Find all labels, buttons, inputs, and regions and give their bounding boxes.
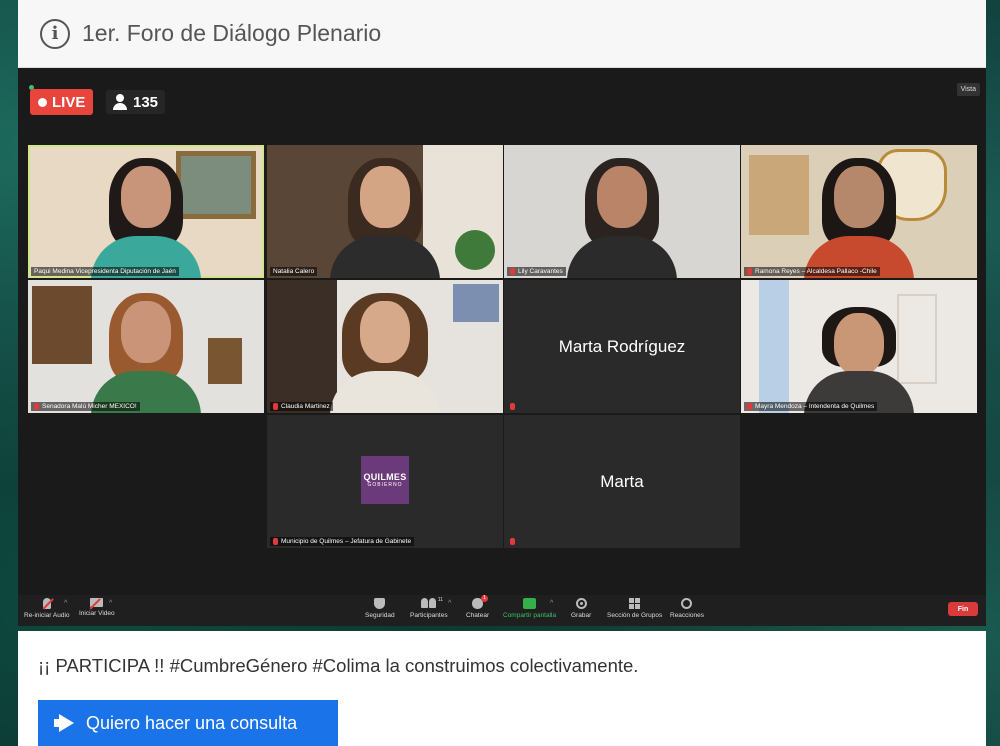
participant-name: Claudia Martinez: [270, 402, 333, 411]
participant-display-name: Marta Rodríguez: [558, 336, 686, 356]
breakout-rooms-icon: [629, 598, 641, 609]
participant-display-name: Marta: [600, 471, 644, 491]
share-screen-button[interactable]: Compartir pantalla: [503, 598, 556, 619]
video-meeting: LIVE 135 Vista Paqui Medina Vicepresiden…: [18, 68, 986, 626]
live-dot-icon: [38, 97, 47, 107]
participant-tile-mayra-mendoza[interactable]: Mayra Mendoza – Intendenta de Quilmes: [741, 280, 977, 413]
video-options-caret[interactable]: ^: [109, 600, 112, 607]
muted-mic-icon: [510, 403, 515, 410]
participant-tile-malu-micher[interactable]: Senadora Malú Micher MEXICO!: [28, 280, 264, 413]
participants-icon: 11: [420, 597, 443, 609]
participant-video: [91, 158, 201, 278]
participant-tile-municipio-quilmes[interactable]: QUILMES GOBIERNO Municipio de Quilmes – …: [267, 415, 503, 548]
participant-name: Paqui Medina Vicepresidenta Diputación d…: [31, 267, 179, 276]
participant-video: [91, 293, 201, 413]
muted-mic-icon: [747, 268, 752, 275]
record-icon: [575, 598, 587, 609]
muted-mic-icon: [273, 538, 278, 545]
person-icon: [113, 94, 127, 110]
participant-name: Natalia Calero: [270, 267, 318, 276]
breakout-rooms-button[interactable]: Sección de Grupos: [607, 598, 662, 619]
camera-off-icon: [90, 598, 104, 607]
participant-tile-marta[interactable]: Marta: [504, 415, 740, 548]
muted-mic-icon: [510, 538, 515, 545]
participant-tile-natalia-calero[interactable]: Natalia Calero: [267, 145, 503, 278]
info-icon[interactable]: i: [40, 18, 70, 49]
view-button[interactable]: Vista: [956, 83, 980, 96]
ask-question-label: Quiero hacer una consulta: [86, 712, 298, 733]
meeting-toolbar: Re-iniciar Audio ^ Iniciar Video ^ Segur…: [18, 595, 986, 626]
participant-video: [330, 293, 440, 413]
participant-name: Senadora Malú Micher MEXICO!: [31, 402, 140, 411]
share-screen-icon: [523, 598, 537, 609]
reactions-button[interactable]: Reacciones: [670, 598, 704, 619]
quilmes-logo: QUILMES GOBIERNO: [361, 456, 409, 504]
ask-question-button[interactable]: Quiero hacer una consulta: [38, 700, 338, 746]
participants-button[interactable]: 11 Participantes: [410, 597, 448, 619]
viewer-count: 135: [133, 93, 159, 111]
participant-video: [804, 293, 914, 413]
reactions-icon: [681, 598, 693, 609]
chat-button[interactable]: 1 Chatear: [466, 595, 489, 619]
restart-audio-button[interactable]: Re-iniciar Audio: [24, 598, 70, 619]
participant-video: [567, 158, 677, 278]
muted-mic-icon: [510, 268, 515, 275]
security-button[interactable]: Seguridad: [365, 598, 395, 619]
live-label: LIVE: [52, 93, 86, 111]
participation-card: ¡¡ PARTICIPA !! #CumbreGénero #Colima la…: [18, 631, 986, 746]
participant-tile-claudia-martinez[interactable]: Claudia Martinez: [267, 280, 503, 413]
shield-icon: [374, 598, 386, 609]
participant-status: [507, 537, 521, 546]
share-options-caret[interactable]: ^: [550, 600, 553, 607]
participant-status: [507, 402, 521, 411]
chat-icon: 1: [472, 595, 489, 609]
muted-mic-icon: [273, 403, 278, 410]
participant-name: Municipio de Quilmes – Jefatura de Gabin…: [270, 537, 415, 546]
record-button[interactable]: Grabar: [571, 598, 591, 619]
participant-name: Ramona Reyes – Alcaldesa Pallaco -Chile: [744, 267, 880, 276]
participant-tile-lily-caravantes[interactable]: Lily Caravantes: [504, 145, 740, 278]
participants-options-caret[interactable]: ^: [448, 600, 451, 607]
audio-options-caret[interactable]: ^: [64, 600, 67, 607]
header-card: i 1er. Foro de Diálogo Plenario: [18, 0, 986, 68]
promo-text: ¡¡ PARTICIPA !! #CumbreGénero #Colima la…: [38, 655, 639, 676]
participant-video: [330, 158, 440, 278]
participant-tile-paqui-medina[interactable]: Paqui Medina Vicepresidenta Diputación d…: [28, 145, 264, 278]
participant-video: [804, 158, 914, 278]
page-title: 1er. Foro de Diálogo Plenario: [82, 20, 382, 46]
muted-mic-icon: [34, 403, 39, 410]
participant-tile-marta-rodriguez[interactable]: Marta Rodríguez: [504, 280, 740, 413]
end-meeting-button[interactable]: Fin: [948, 602, 978, 616]
microphone-muted-icon: [42, 598, 51, 609]
participant-tile-ramona-reyes[interactable]: Ramona Reyes – Alcaldesa Pallaco -Chile: [741, 145, 977, 278]
participant-name: Lily Caravantes: [507, 267, 566, 276]
viewer-count-badge: 135: [106, 90, 166, 114]
megaphone-icon: [54, 714, 76, 732]
participant-name: Mayra Mendoza – Intendenta de Quilmes: [744, 402, 878, 411]
live-badge: LIVE: [30, 89, 94, 115]
muted-mic-icon: [747, 403, 752, 410]
